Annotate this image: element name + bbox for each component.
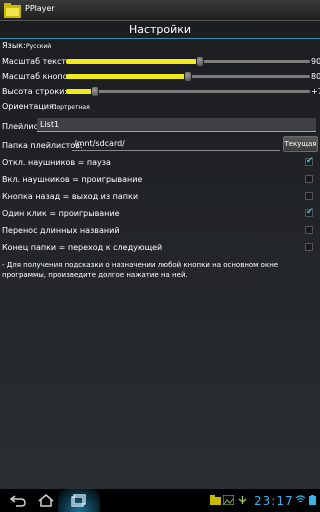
slider-track xyxy=(66,90,310,93)
text-scale-slider[interactable] xyxy=(66,56,310,67)
button-scale-value: 80 xyxy=(311,72,320,81)
row-height-slider[interactable] xyxy=(66,86,310,97)
checkbox[interactable] xyxy=(305,192,313,200)
slider-fill xyxy=(66,59,201,64)
gallery-icon xyxy=(223,495,234,505)
checkbox-label: Вкл. наушников = проигрывание xyxy=(2,175,143,184)
recent-apps-icon[interactable] xyxy=(69,493,89,508)
checkbox-label: Конец папки = переход к следующей xyxy=(2,243,163,252)
text-scale-label: Масштаб текста: xyxy=(2,57,74,66)
row-height-label: Высота строки: xyxy=(2,87,67,96)
folder-icon xyxy=(4,3,21,18)
checkmark-icon: ✔ xyxy=(306,156,314,166)
current-folder-button[interactable]: Текущая xyxy=(283,136,318,152)
hint-note: - Для получения подсказки о назначении л… xyxy=(2,261,279,279)
language-label: Язык: xyxy=(2,41,26,50)
slider-thumb[interactable] xyxy=(196,56,205,67)
checkbox-label: Откл. наушников = пауза xyxy=(2,158,111,167)
page-title: Настройки xyxy=(128,23,192,36)
checkbox[interactable] xyxy=(305,243,313,251)
language-select[interactable]: Русский xyxy=(26,43,51,50)
checkbox-label: Перенос длинных названий xyxy=(2,226,120,235)
checkbox-label: Кнопка назад = выход из папки xyxy=(2,192,139,201)
checkmark-icon: ✔ xyxy=(306,207,314,217)
status-clock: 23:17 xyxy=(254,494,294,508)
orientation-select[interactable]: Портретная xyxy=(52,104,90,111)
row-height-value: +7 xyxy=(311,87,320,96)
checkbox[interactable] xyxy=(305,226,313,234)
checkbox[interactable]: ✔ xyxy=(305,156,314,166)
checkbox-row-headphones-pause[interactable]: Откл. наушников = пауза ✔ xyxy=(0,154,320,170)
checkbox-row-single-click[interactable]: Один клик = проигрывание ✔ xyxy=(0,205,320,221)
playlist-folder-input[interactable]: /mnt/sdcard/ xyxy=(72,137,280,151)
checkbox-row-folder-end[interactable]: Конец папки = переход к следующей xyxy=(0,239,320,255)
usb-icon xyxy=(238,496,247,504)
app-titlebar: PPlayer xyxy=(0,0,320,21)
slider-fill xyxy=(66,74,188,79)
back-icon[interactable] xyxy=(8,493,28,508)
checkbox-label: Один клик = проигрывание xyxy=(2,209,120,218)
settings-screen: Настройки Язык: Русский Масштаб текста: … xyxy=(0,21,320,489)
checkbox-row-headphones-play[interactable]: Вкл. наушников = проигрывание xyxy=(0,171,320,187)
folder-icon xyxy=(210,495,221,505)
playlist-folder-label: Папка плейлистов: xyxy=(2,141,83,150)
orientation-label: Ориентация: xyxy=(2,102,57,111)
slider-thumb[interactable] xyxy=(91,86,100,97)
checkbox-row-back-exit[interactable]: Кнопка назад = выход из папки xyxy=(0,188,320,204)
checkbox[interactable]: ✔ xyxy=(305,207,314,217)
app-title: PPlayer xyxy=(25,4,55,13)
battery-icon xyxy=(309,495,316,505)
home-icon[interactable] xyxy=(36,493,56,508)
text-scale-value: 90 xyxy=(311,57,320,66)
checkbox-row-wrap-names[interactable]: Перенос длинных названий xyxy=(0,222,320,238)
system-navbar: 23:17 xyxy=(0,489,320,512)
button-scale-label: Масштаб кнопок: xyxy=(2,72,76,81)
header-divider xyxy=(0,38,320,39)
button-scale-slider[interactable] xyxy=(66,71,310,82)
slider-thumb[interactable] xyxy=(184,71,192,82)
wifi-icon xyxy=(295,495,306,503)
playlist-input[interactable]: List1 xyxy=(37,118,316,132)
checkbox[interactable] xyxy=(305,175,313,183)
